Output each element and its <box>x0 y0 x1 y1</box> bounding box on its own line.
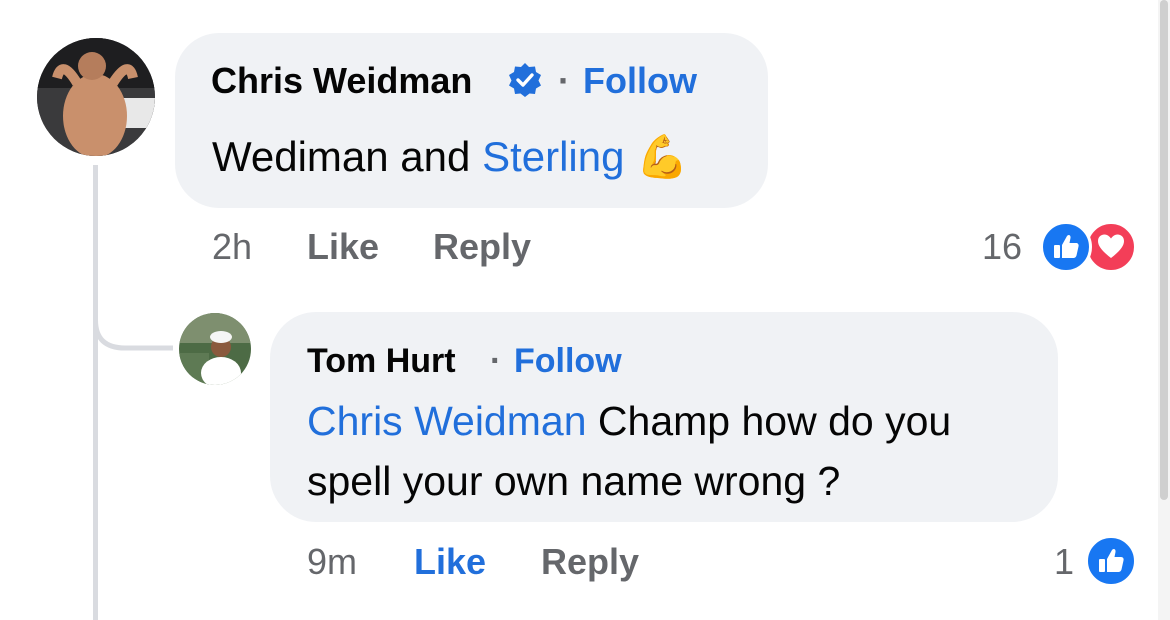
reply-button[interactable]: Reply <box>541 541 639 583</box>
comment-timestamp[interactable]: 2h <box>212 226 252 268</box>
mention-link[interactable]: Sterling <box>482 133 624 180</box>
separator-dot: · <box>558 60 570 101</box>
like-button[interactable]: Like <box>307 226 379 268</box>
thread-line-vertical <box>93 165 98 620</box>
love-reaction-icon[interactable] <box>1085 221 1137 273</box>
follow-button[interactable]: Follow <box>583 60 697 102</box>
reply-timestamp[interactable]: 9m <box>307 541 357 583</box>
thread-line-branch <box>93 280 173 351</box>
reply-text-line-2: spell your own name wrong ? <box>307 458 841 504</box>
reaction-count[interactable]: 1 <box>1054 541 1074 583</box>
comment-text-body: Wediman and <box>212 133 471 180</box>
reply-button[interactable]: Reply <box>433 226 531 268</box>
reaction-count[interactable]: 16 <box>982 226 1022 268</box>
comment-text: Wediman and Sterling 💪 <box>212 133 688 182</box>
comment-author-name[interactable]: Chris Weidman <box>211 60 472 102</box>
separator-dot: · <box>490 342 502 380</box>
follow-button[interactable]: Follow <box>514 342 622 381</box>
verified-badge-icon <box>507 62 543 98</box>
reply-text-line-1: Chris Weidman Champ how do you <box>307 398 951 445</box>
scrollbar-track[interactable] <box>1158 0 1170 620</box>
reply-text-body: Champ how do you <box>597 398 952 444</box>
reply-avatar[interactable] <box>179 313 251 385</box>
like-button[interactable]: Like <box>414 541 486 583</box>
reply-author-name[interactable]: Tom Hurt <box>307 342 456 381</box>
profile-photo-icon <box>179 313 251 385</box>
avatar[interactable] <box>37 38 155 156</box>
scrollbar-thumb[interactable] <box>1160 0 1168 500</box>
mention-link[interactable]: Chris Weidman <box>307 398 587 444</box>
like-reaction-icon[interactable] <box>1085 535 1137 587</box>
profile-photo-icon <box>37 38 155 156</box>
flexed-biceps-emoji: 💪 <box>636 133 689 180</box>
like-reaction-icon[interactable] <box>1040 221 1092 273</box>
